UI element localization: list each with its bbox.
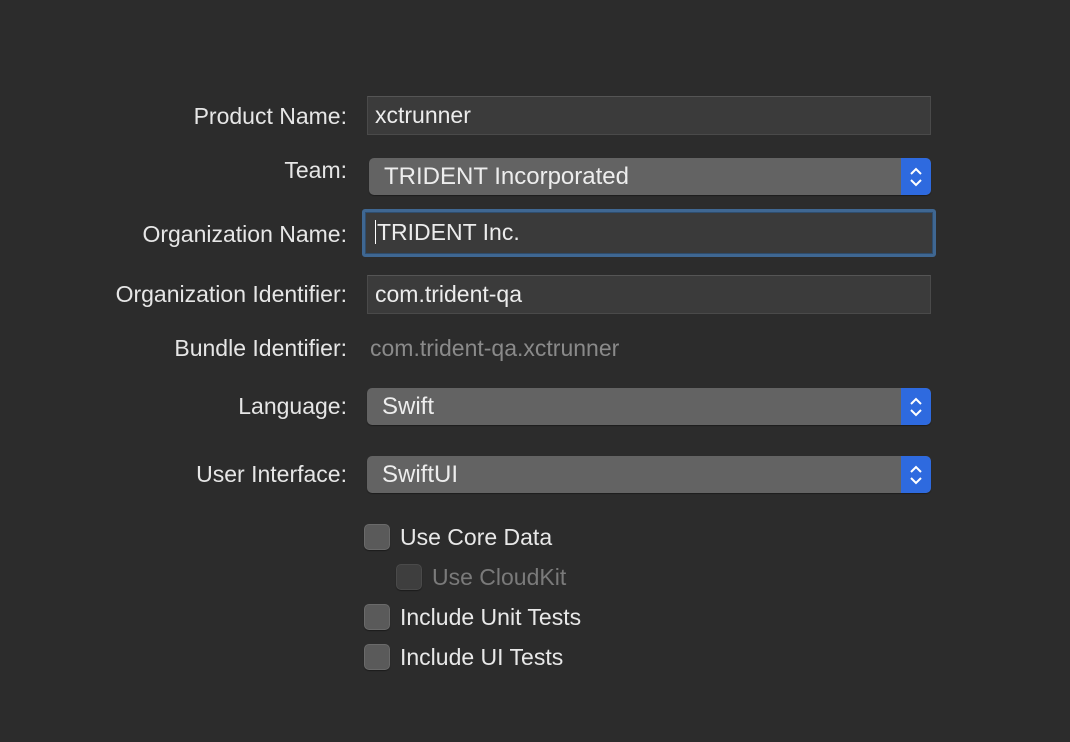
product-name-field[interactable]: xctrunner — [367, 96, 931, 135]
language-popup[interactable]: Swift — [367, 388, 931, 425]
include-ui-tests-option[interactable]: Include UI Tests — [364, 642, 563, 672]
use-cloudkit-option: Use CloudKit — [396, 562, 566, 592]
team-popup[interactable]: TRIDENT Incorporated — [369, 158, 931, 195]
use-core-data-option[interactable]: Use Core Data — [364, 522, 552, 552]
team-value: TRIDENT Incorporated — [384, 163, 629, 190]
chevron-up-down-icon — [901, 388, 931, 425]
organization-identifier-label: Organization Identifier: — [115, 281, 347, 307]
product-name-label: Product Name: — [193, 103, 347, 129]
organization-name-field[interactable]: TRIDENT Inc. — [362, 209, 936, 257]
new-project-options-panel: Product Name: xctrunner Team: TRIDENT In… — [0, 0, 1070, 742]
include-ui-tests-label: Include UI Tests — [400, 643, 564, 670]
use-core-data-label: Use Core Data — [400, 523, 553, 550]
team-label: Team: — [284, 157, 347, 183]
chevron-up-down-icon — [901, 158, 931, 195]
user-interface-popup[interactable]: SwiftUI — [367, 456, 931, 493]
user-interface-value: SwiftUI — [382, 461, 459, 488]
use-cloudkit-label: Use CloudKit — [432, 563, 567, 590]
include-unit-tests-option[interactable]: Include Unit Tests — [364, 602, 581, 632]
language-value: Swift — [382, 393, 435, 420]
product-name-value: xctrunner — [375, 102, 471, 128]
text-caret — [375, 220, 376, 245]
use-cloudkit-checkbox — [396, 564, 422, 590]
user-interface-label: User Interface: — [196, 461, 347, 487]
organization-name-value: TRIDENT Inc. — [377, 219, 520, 245]
language-label: Language: — [238, 393, 347, 419]
organization-identifier-field[interactable]: com.trident-qa — [367, 275, 931, 314]
include-unit-tests-label: Include Unit Tests — [400, 603, 582, 630]
chevron-up-down-icon — [901, 456, 931, 493]
bundle-identifier-value: com.trident-qa.xctrunner — [370, 335, 620, 361]
organization-identifier-value: com.trident-qa — [375, 281, 523, 307]
use-core-data-checkbox[interactable] — [364, 524, 390, 550]
bundle-identifier-label: Bundle Identifier: — [174, 335, 347, 361]
include-unit-tests-checkbox[interactable] — [364, 604, 390, 630]
organization-name-label: Organization Name: — [142, 221, 347, 247]
include-ui-tests-checkbox[interactable] — [364, 644, 390, 670]
